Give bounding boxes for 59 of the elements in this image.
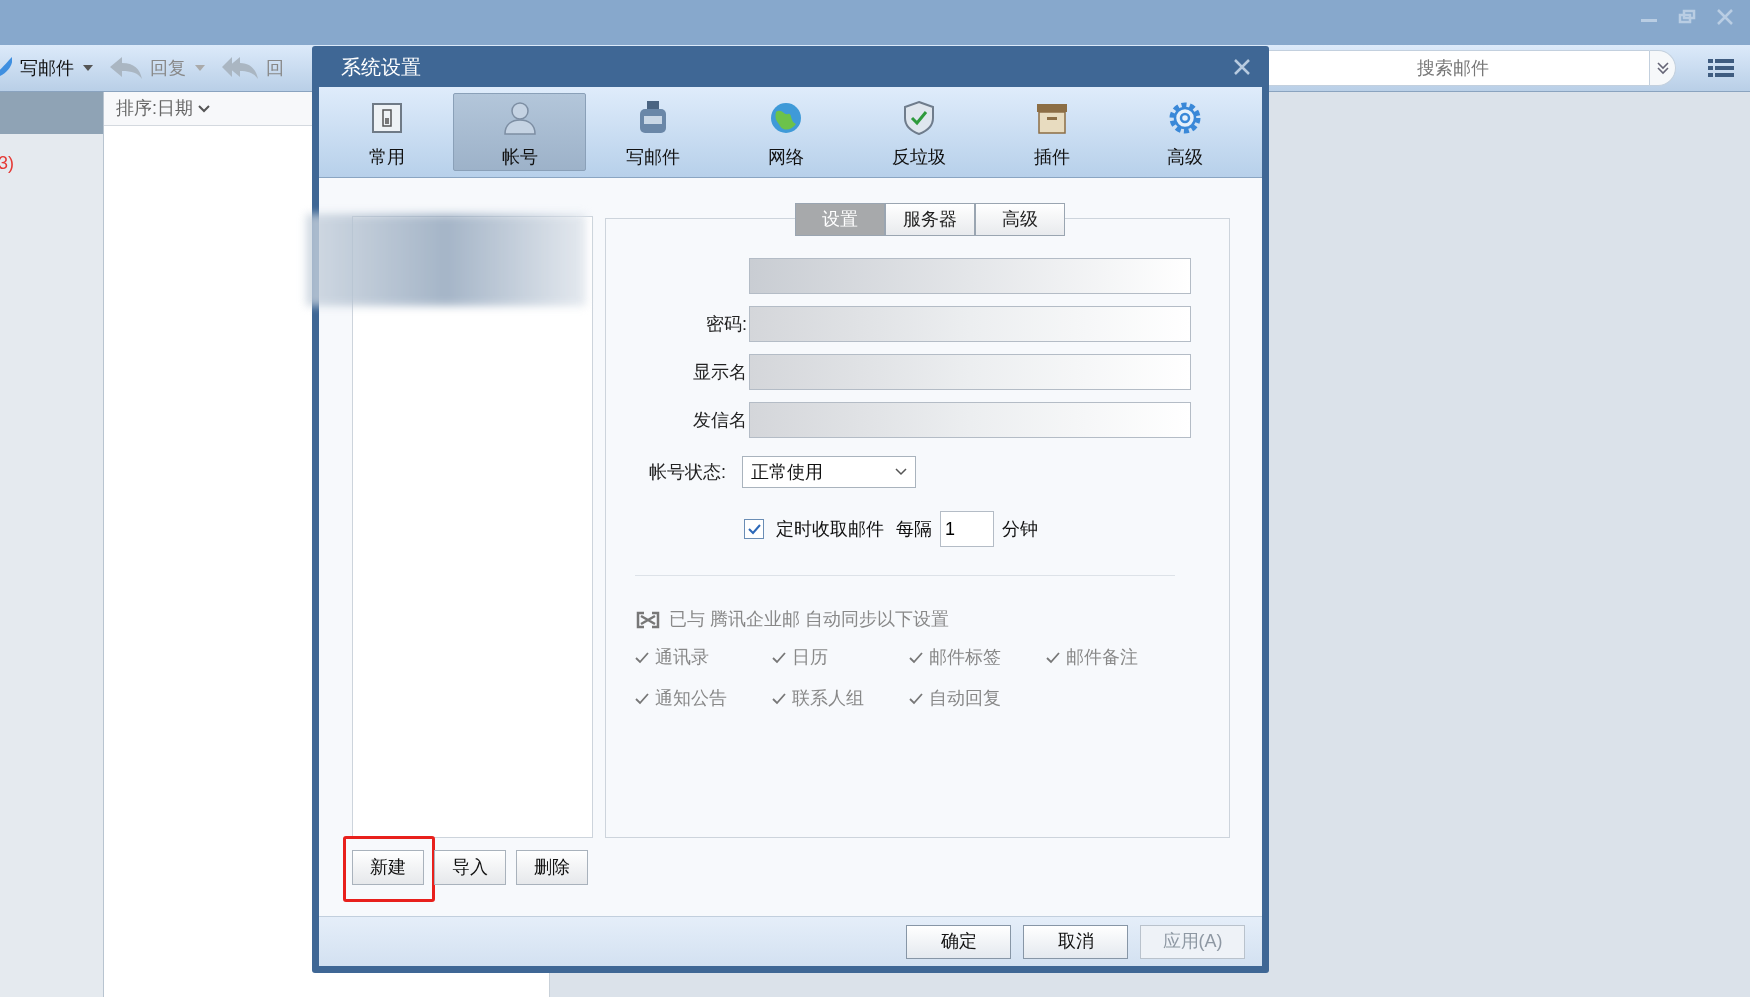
sync-item-label: 通讯录 — [655, 646, 709, 669]
category-tab[interactable]: 网络 — [719, 93, 852, 171]
restore-icon[interactable] — [1678, 8, 1696, 26]
category-tab[interactable]: 写邮件 — [586, 93, 719, 171]
interval-field[interactable]: 1 — [940, 511, 994, 547]
checkmark-icon — [635, 651, 649, 664]
checkmark-icon — [772, 692, 786, 705]
category-tab[interactable]: 反垃圾 — [852, 93, 985, 171]
field-label: 密码: — [706, 312, 747, 336]
unit-label: 分钟 — [1002, 517, 1038, 541]
list-button[interactable]: 删除 — [516, 850, 588, 885]
checkbox-label: 定时收取邮件 — [776, 517, 884, 541]
category-tab[interactable]: 高级 — [1118, 93, 1251, 171]
category-tab[interactable]: 插件 — [985, 93, 1118, 171]
field-label: 显示名 — [693, 360, 747, 384]
double-chevron-icon — [1654, 60, 1671, 76]
text-field[interactable] — [749, 354, 1191, 390]
tab[interactable]: 高级 — [975, 203, 1065, 236]
toolbar-button[interactable]: 写邮件 — [20, 54, 74, 82]
dialog-button[interactable]: 取消 — [1023, 924, 1128, 959]
sync-heading: 已与 腾讯企业邮 自动同步以下设置 — [669, 608, 949, 631]
checkmark-icon — [909, 692, 923, 705]
sync-item-label: 自动回复 — [929, 687, 1001, 710]
field-label: 帐号状态: — [649, 460, 726, 484]
checkbox[interactable] — [744, 519, 764, 539]
chevron-down-icon — [895, 466, 907, 478]
category-tab[interactable]: 常用 — [320, 93, 453, 171]
caret-icon — [194, 63, 206, 73]
text-field[interactable] — [749, 306, 1191, 342]
sync-item-label: 联系人组 — [792, 687, 864, 710]
text-field[interactable] — [749, 402, 1191, 438]
sync-item-label: 邮件标签 — [929, 646, 1001, 669]
search-options-button[interactable] — [1650, 50, 1676, 86]
list-button[interactable]: 新建 — [352, 850, 424, 885]
sync-item-label: 日历 — [792, 646, 828, 669]
selected-folder[interactable] — [0, 92, 103, 134]
dialog-button[interactable]: 确定 — [906, 924, 1011, 959]
checkmark-icon — [635, 692, 649, 705]
close-icon[interactable] — [1232, 56, 1252, 77]
sort-label[interactable]: 排序:日期 — [116, 95, 193, 122]
tab[interactable]: 服务器 — [885, 203, 975, 236]
checkmark-icon — [1046, 651, 1060, 664]
field-label: 发信名 — [693, 408, 747, 432]
account-status-dropdown[interactable]: 正常使用 — [742, 456, 916, 488]
list-button[interactable]: 导入 — [434, 850, 506, 885]
dialog-title: 系统设置 — [341, 54, 421, 80]
close-icon[interactable] — [1716, 8, 1734, 26]
category-tab[interactable]: 帐号 — [453, 93, 586, 171]
sync-item-label: 通知公告 — [655, 687, 727, 710]
checkmark-icon — [772, 651, 786, 664]
menu-icon[interactable] — [1708, 57, 1734, 79]
checkmark-icon — [909, 651, 923, 664]
reply-arrow-icon — [110, 57, 142, 79]
text-field[interactable] — [749, 258, 1191, 294]
reply-all-arrow-icon — [222, 57, 258, 79]
field-label: 每隔 — [896, 517, 932, 541]
caret-icon — [82, 63, 94, 73]
sync-logo-icon — [635, 610, 661, 629]
sync-item-label: 邮件备注 — [1066, 646, 1138, 669]
